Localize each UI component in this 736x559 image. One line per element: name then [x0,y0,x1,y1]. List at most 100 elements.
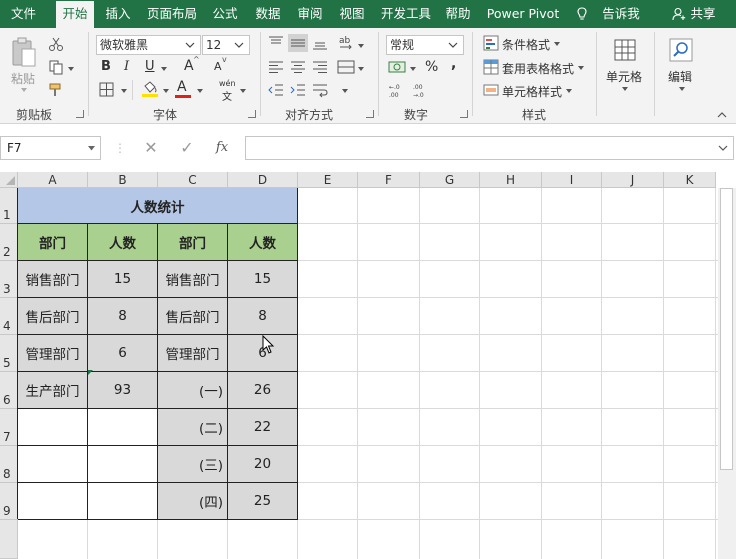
row-header[interactable]: 4 [0,298,18,335]
table-cell[interactable]: 销售部门 [18,261,88,298]
percent-style-button[interactable]: % [425,59,438,75]
column-header[interactable]: F [358,172,420,188]
confirm-entry-icon[interactable]: ✓ [177,138,197,158]
row-header[interactable]: 7 [0,409,18,446]
orientation-dropdown-arrow[interactable] [358,44,364,48]
table-cell[interactable] [18,483,88,520]
vertical-scrollbar-thumb[interactable] [720,188,733,470]
middle-align-icon[interactable] [288,34,308,52]
format-as-table-icon[interactable] [483,59,499,75]
tab-review[interactable]: 审阅 [292,0,328,28]
table-cell[interactable]: 26 [228,372,298,409]
tab-home[interactable]: 开始 [56,1,94,28]
table-cell[interactable]: (三) [158,446,228,483]
column-header[interactable]: I [542,172,602,188]
share-button[interactable]: 共享 [686,0,720,28]
wrap-dropdown-arrow[interactable] [342,89,348,93]
comma-style-button[interactable]: , [451,56,456,72]
tab-power-pivot[interactable]: Power Pivot [483,0,563,28]
tell-me-search[interactable]: 告诉我 [596,0,646,28]
table-cell[interactable]: 销售部门 [158,261,228,298]
cells-button[interactable]: 单元格 [605,36,645,100]
column-header[interactable]: D [228,172,298,188]
header-cell[interactable]: 部门 [18,224,88,261]
table-cell[interactable]: 20 [228,446,298,483]
align-left-icon[interactable] [268,59,284,75]
header-cell[interactable]: 部门 [158,224,228,261]
tab-view[interactable]: 视图 [334,0,370,28]
table-cell[interactable] [88,483,158,520]
chevron-down-icon[interactable] [233,39,245,51]
cancel-entry-icon[interactable]: ✕ [141,138,161,158]
font-dialog-launcher[interactable] [248,110,256,118]
conditional-formatting-label[interactable]: 条件格式 [502,36,550,53]
table-cell[interactable]: 25 [228,483,298,520]
table-cell[interactable] [18,409,88,446]
tab-insert[interactable]: 插入 [100,0,136,28]
chevron-down-icon[interactable] [184,39,196,51]
italic-button[interactable]: I [124,59,129,74]
row-header[interactable] [0,520,18,559]
header-cell[interactable]: 人数 [88,224,158,261]
tab-help[interactable]: 帮助 [440,0,476,28]
phonetic-guide-button[interactable]: wén [219,79,236,88]
fill-color-dropdown-arrow[interactable] [163,89,169,93]
table-cell[interactable]: 8 [228,298,298,335]
table-title-cell[interactable]: 人数统计 [18,188,298,224]
insert-function-button[interactable]: fx [212,138,232,158]
merge-dropdown-arrow[interactable] [358,67,364,71]
cut-scissors-icon[interactable] [48,36,64,52]
alignment-dialog-launcher[interactable] [366,110,374,118]
table-style-dropdown-arrow[interactable] [578,66,584,70]
column-header[interactable]: B [88,172,158,188]
select-all-corner[interactable] [0,172,18,188]
collapse-ribbon-chevron-icon[interactable] [717,111,727,119]
accounting-dropdown-arrow[interactable] [410,67,416,71]
format-as-table-label[interactable]: 套用表格格式 [502,60,574,77]
table-cell[interactable]: 15 [228,261,298,298]
underline-button[interactable]: U [145,59,155,74]
increase-indent-icon[interactable] [290,82,306,98]
column-header[interactable]: G [420,172,480,188]
chevron-down-icon[interactable] [447,39,459,51]
top-align-icon[interactable] [268,35,284,51]
tab-page-layout[interactable]: 页面布局 [143,0,201,28]
header-cell[interactable]: 人数 [228,224,298,261]
cell-styles-icon[interactable] [483,82,499,98]
column-header[interactable]: J [602,172,664,188]
row-header[interactable]: 1 [0,188,18,224]
font-color-dropdown-arrow[interactable] [197,89,203,93]
align-center-icon[interactable] [290,59,306,75]
table-cell[interactable]: (一) [158,372,228,409]
tab-data[interactable]: 数据 [250,0,286,28]
vertical-scrollbar[interactable] [718,188,736,559]
name-box[interactable]: F7 [0,136,101,160]
bottom-align-icon[interactable] [312,35,328,51]
table-cell[interactable]: (二) [158,409,228,446]
number-dialog-launcher[interactable] [460,110,468,118]
tab-file[interactable]: 文件 [0,0,47,28]
paste-button[interactable]: 粘贴 [8,36,40,94]
font-color-button[interactable]: A [177,79,187,95]
number-format-combo[interactable]: 常规 [386,35,464,55]
table-cell[interactable]: 售后部门 [18,298,88,335]
table-cell[interactable]: 生产部门 [18,372,88,409]
borders-dropdown-arrow[interactable] [121,89,127,93]
accounting-format-icon[interactable] [388,59,406,75]
table-cell[interactable]: 8 [88,298,158,335]
conditional-dropdown-arrow[interactable] [554,42,560,46]
column-header[interactable]: H [480,172,542,188]
table-cell[interactable]: 93 [88,372,158,409]
increase-decimal-icon[interactable]: ←.0.00 [388,82,406,98]
decrease-font-size-button[interactable]: A [214,60,222,73]
text-orientation-icon[interactable]: ab [337,33,355,51]
editing-button[interactable]: 编辑 [664,36,700,100]
phonetic-dropdown-arrow[interactable] [240,89,246,93]
formula-input[interactable] [245,136,734,160]
fill-color-bucket-icon[interactable] [141,81,159,98]
column-header[interactable]: K [664,172,716,188]
row-header[interactable]: 2 [0,224,18,261]
expand-formula-bar-icon[interactable] [718,145,728,152]
row-header[interactable]: 8 [0,446,18,483]
borders-icon[interactable] [99,82,114,97]
